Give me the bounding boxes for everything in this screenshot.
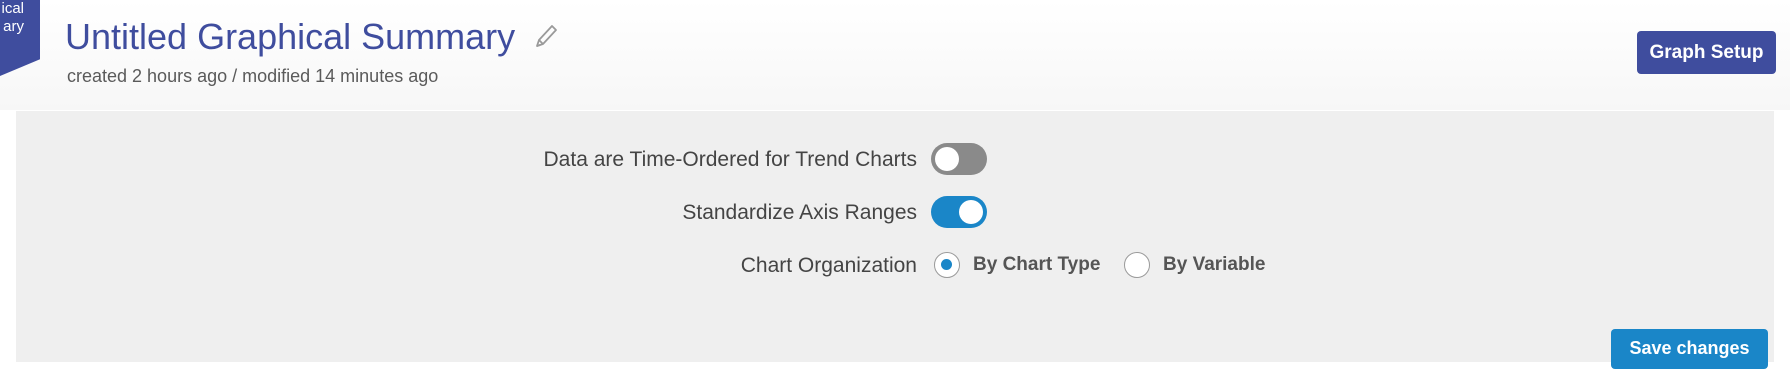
chart-organization-label: Chart Organization <box>740 254 917 277</box>
by-variable-label[interactable]: By Variable <box>1163 254 1265 276</box>
graph-setup-button[interactable]: Graph Setup <box>1637 31 1776 74</box>
save-changes-button[interactable]: Save changes <box>1611 329 1768 369</box>
ribbon-text-line-2: ary <box>3 18 24 35</box>
time-ordered-label: Data are Time-Ordered for Trend Charts <box>543 148 917 171</box>
by-chart-type-label[interactable]: By Chart Type <box>973 254 1100 276</box>
pencil-icon[interactable] <box>531 22 559 52</box>
by-chart-type-radio[interactable] <box>934 252 960 278</box>
time-ordered-toggle[interactable] <box>931 143 987 175</box>
page-title: Untitled Graphical Summary <box>65 16 516 57</box>
toggle-knob <box>935 147 959 171</box>
standardize-axis-label: Standardize Axis Ranges <box>682 201 917 224</box>
page-header: ical ary Untitled Graphical Summary crea… <box>0 0 1790 110</box>
app-ribbon: ical ary <box>0 0 40 76</box>
standardize-axis-toggle[interactable] <box>931 196 987 228</box>
created-modified-text: created 2 hours ago / modified 14 minute… <box>67 66 439 86</box>
toggle-knob <box>959 200 983 224</box>
by-variable-radio[interactable] <box>1124 252 1150 278</box>
ribbon-text-line-1: ical <box>1 0 24 17</box>
